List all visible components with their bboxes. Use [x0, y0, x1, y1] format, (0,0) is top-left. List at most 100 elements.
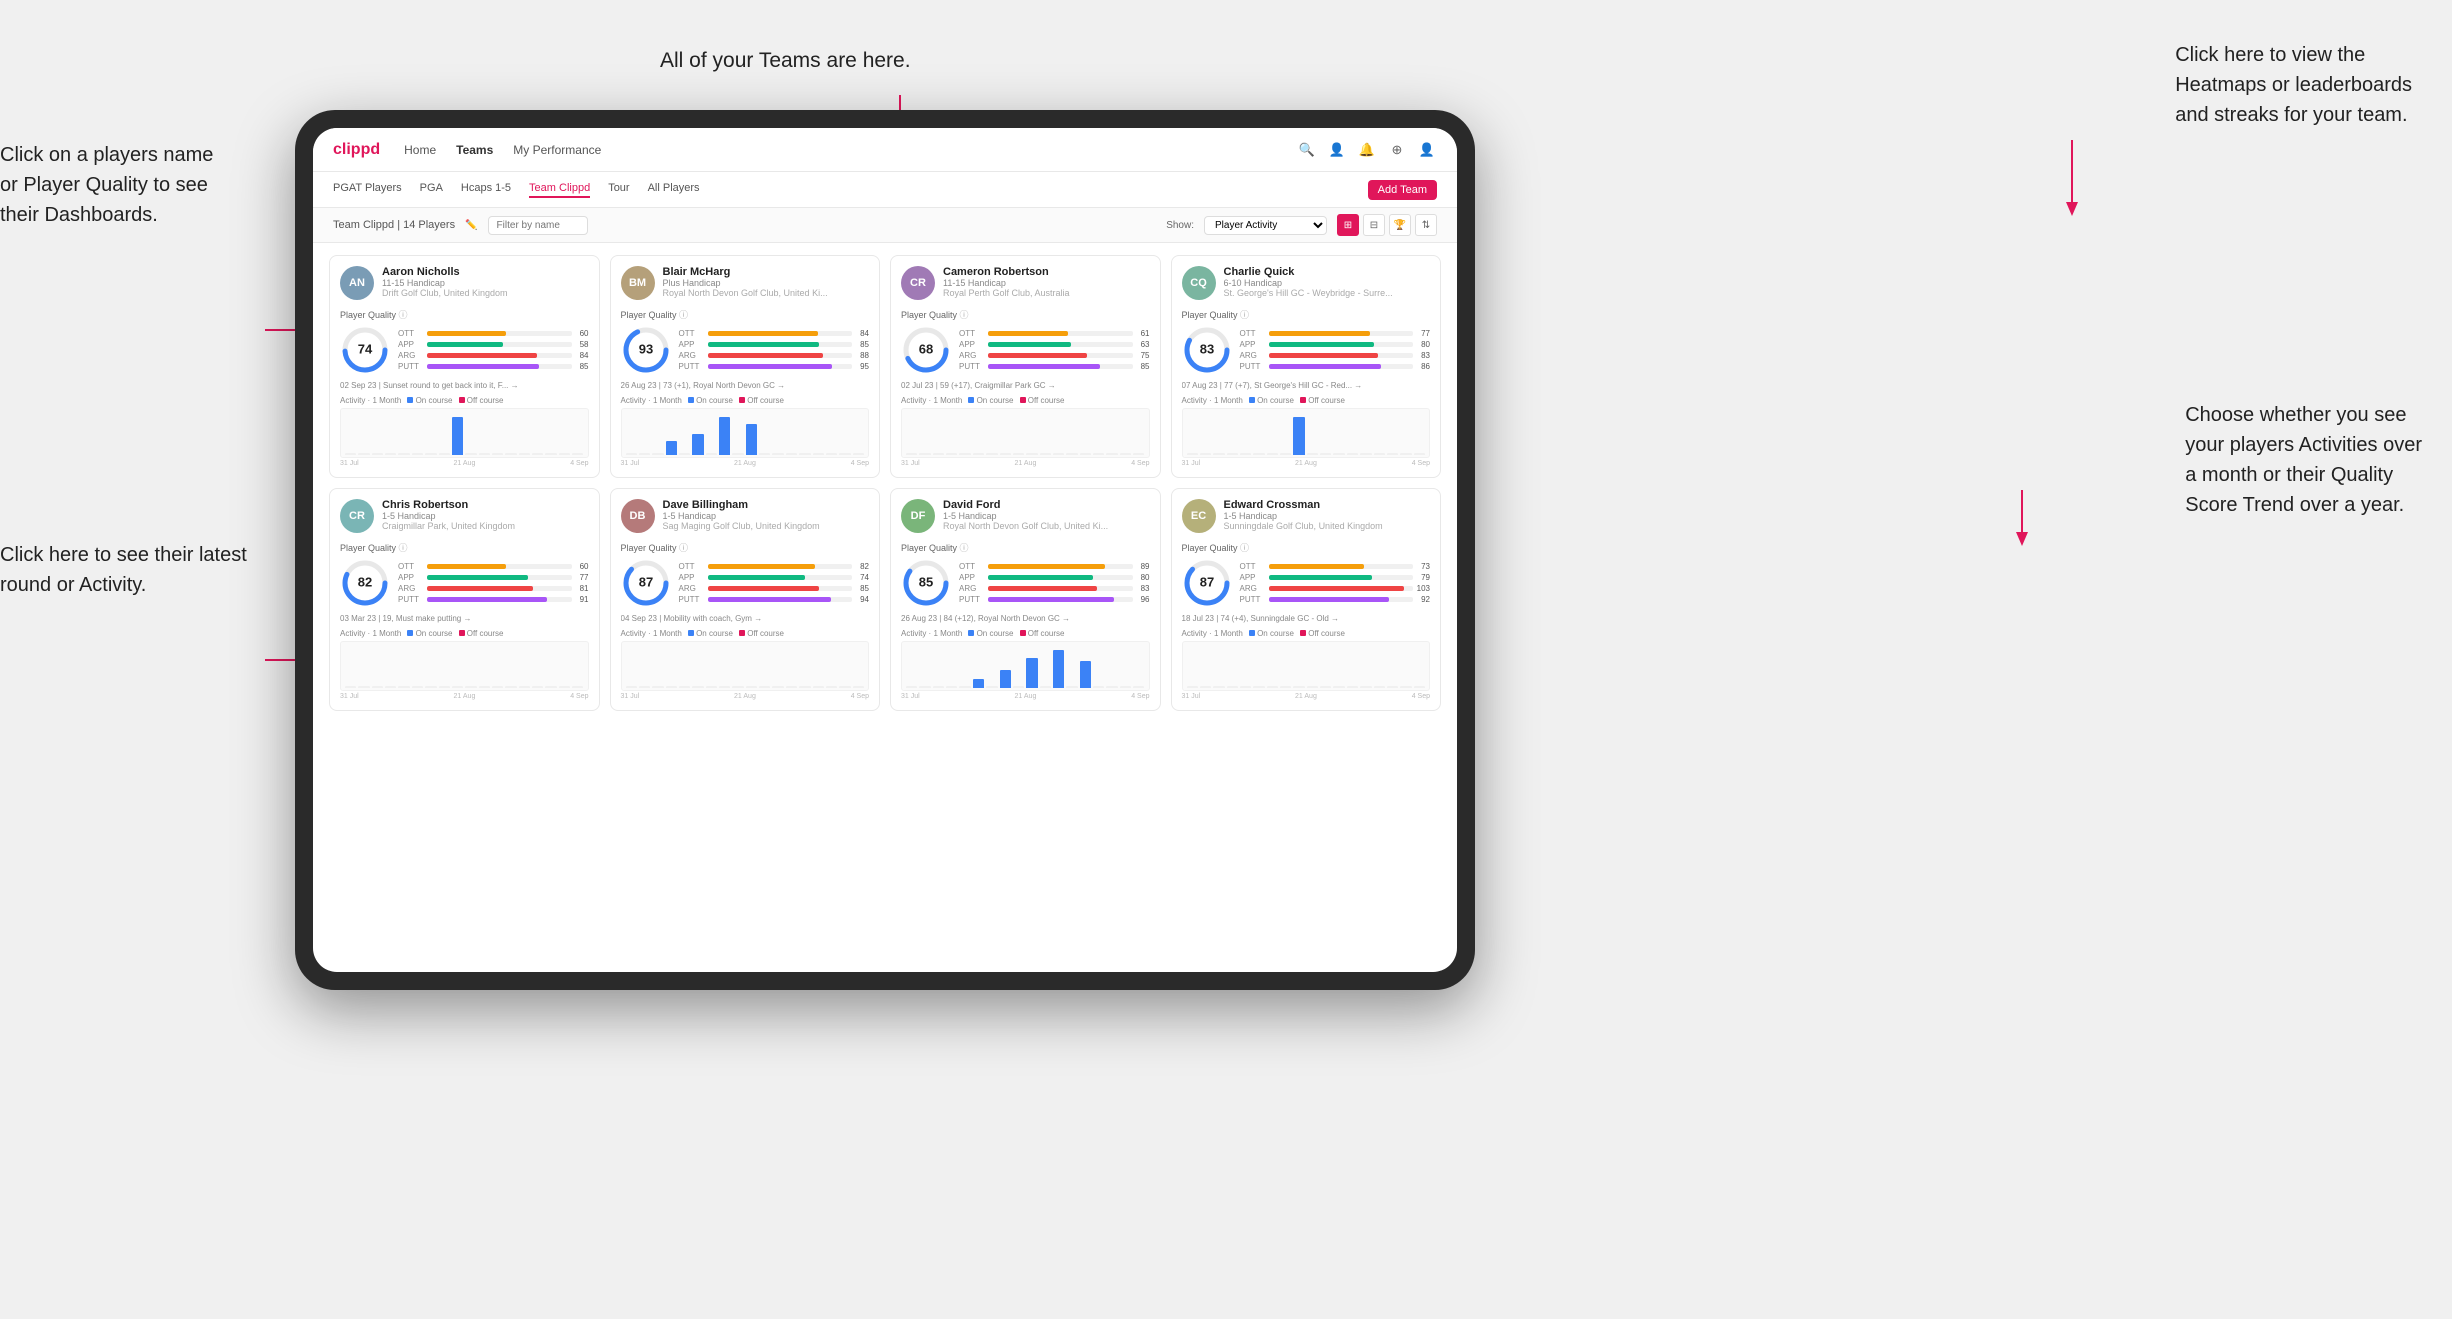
- player-name[interactable]: Cameron Robertson: [943, 266, 1150, 278]
- activity-section: Activity · 1 Month On course Off course …: [340, 629, 589, 700]
- profile-icon[interactable]: 👤: [1327, 140, 1347, 160]
- player-name[interactable]: David Ford: [943, 499, 1150, 511]
- arg-stat: ARG 88: [679, 351, 870, 360]
- svg-text:87: 87: [1199, 574, 1213, 589]
- card-header: BM Blair McHarg Plus Handicap Royal Nort…: [621, 266, 870, 300]
- teams-annotation: All of your Teams are here.: [660, 45, 911, 77]
- quality-section: 82 OTT 60 APP 77 ARG 81: [340, 558, 589, 608]
- chart-dates: 31 Jul21 Aug4 Sep: [1182, 693, 1431, 700]
- heatmaps-arrow: [2062, 140, 2122, 230]
- sort-icon[interactable]: ⇅: [1415, 214, 1437, 236]
- player-name[interactable]: Edward Crossman: [1224, 499, 1431, 511]
- quality-section: 93 OTT 84 APP 85 ARG 88: [621, 325, 870, 375]
- quality-label: Player Quality ⓘ: [340, 308, 589, 321]
- player-avatar: CR: [340, 499, 374, 533]
- player-name[interactable]: Charlie Quick: [1224, 266, 1431, 278]
- tab-hcaps[interactable]: Hcaps 1-5: [461, 182, 511, 198]
- player-card[interactable]: AN Aaron Nicholls 11-15 Handicap Drift G…: [329, 255, 600, 478]
- arg-stat: ARG 84: [398, 351, 589, 360]
- chart-dates: 31 Jul21 Aug4 Sep: [901, 460, 1150, 467]
- avatar-icon[interactable]: 👤: [1417, 140, 1437, 160]
- player-card[interactable]: EC Edward Crossman 1-5 Handicap Sunningd…: [1171, 488, 1442, 711]
- tab-pgat[interactable]: PGAT Players: [333, 182, 402, 198]
- list-view-icon[interactable]: ⊟: [1363, 214, 1385, 236]
- player-handicap: Plus Handicap: [663, 278, 870, 288]
- nav-teams[interactable]: Teams: [456, 143, 493, 157]
- player-name[interactable]: Blair McHarg: [663, 266, 870, 278]
- player-name[interactable]: Chris Robertson: [382, 499, 589, 511]
- tab-team-clippd[interactable]: Team Clippd: [529, 182, 590, 198]
- filter-input[interactable]: [488, 216, 588, 235]
- last-round[interactable]: 26 Aug 23 | 73 (+1), Royal North Devon G…: [621, 381, 870, 390]
- bell-icon[interactable]: 🔔: [1357, 140, 1377, 160]
- player-card[interactable]: BM Blair McHarg Plus Handicap Royal Nort…: [610, 255, 881, 478]
- add-team-button[interactable]: Add Team: [1368, 180, 1437, 200]
- player-name[interactable]: Dave Billingham: [663, 499, 870, 511]
- activity-section: Activity · 1 Month On course Off course …: [621, 629, 870, 700]
- chart-dates: 31 Jul21 Aug4 Sep: [621, 460, 870, 467]
- edit-icon[interactable]: ✏️: [465, 220, 477, 231]
- settings-icon[interactable]: ⊕: [1387, 140, 1407, 160]
- player-name-annotation: Click on a players name or Player Qualit…: [0, 140, 213, 230]
- activity-label: Activity · 1 Month On course Off course: [621, 629, 870, 638]
- nav-bar: clippd Home Teams My Performance 🔍 👤 🔔 ⊕…: [313, 128, 1457, 172]
- ott-stat: OTT 60: [398, 329, 589, 338]
- player-info: Cameron Robertson 11-15 Handicap Royal P…: [943, 266, 1150, 298]
- tab-all-players[interactable]: All Players: [648, 182, 700, 198]
- sub-nav: PGAT Players PGA Hcaps 1-5 Team Clippd T…: [313, 172, 1457, 208]
- activity-section: Activity · 1 Month On course Off course …: [1182, 629, 1431, 700]
- app-stat: APP 85: [679, 340, 870, 349]
- activity-section: Activity · 1 Month On course Off course …: [1182, 396, 1431, 467]
- last-round[interactable]: 02 Jul 23 | 59 (+17), Craigmillar Park G…: [901, 381, 1150, 390]
- activity-chart: [340, 408, 589, 458]
- last-round[interactable]: 03 Mar 23 | 19, Must make putting →: [340, 614, 589, 623]
- activity-chart: [340, 641, 589, 691]
- arg-stat: ARG 83: [959, 584, 1150, 593]
- player-card[interactable]: CR Chris Robertson 1-5 Handicap Craigmil…: [329, 488, 600, 711]
- tab-pga[interactable]: PGA: [420, 182, 443, 198]
- last-round[interactable]: 02 Sep 23 | Sunset round to get back int…: [340, 381, 589, 390]
- activity-section: Activity · 1 Month On course Off course …: [901, 396, 1150, 467]
- player-avatar: DB: [621, 499, 655, 533]
- player-handicap: 6-10 Handicap: [1224, 278, 1431, 288]
- card-header: DF David Ford 1-5 Handicap Royal North D…: [901, 499, 1150, 533]
- nav-home[interactable]: Home: [404, 143, 436, 157]
- activity-chart: [621, 408, 870, 458]
- quality-section: 85 OTT 89 APP 80 ARG 83: [901, 558, 1150, 608]
- grid-view-icon[interactable]: ⊞: [1337, 214, 1359, 236]
- player-card[interactable]: CQ Charlie Quick 6-10 Handicap St. Georg…: [1171, 255, 1442, 478]
- trophy-icon[interactable]: 🏆: [1389, 214, 1411, 236]
- arg-stat: ARG 75: [959, 351, 1150, 360]
- search-icon[interactable]: 🔍: [1297, 140, 1317, 160]
- show-select[interactable]: Player Activity Quality Score Trend: [1204, 216, 1327, 235]
- chart-dates: 31 Jul21 Aug4 Sep: [340, 460, 589, 467]
- quality-label: Player Quality ⓘ: [340, 541, 589, 554]
- ott-stat: OTT 84: [679, 329, 870, 338]
- last-round[interactable]: 18 Jul 23 | 74 (+4), Sunningdale GC - Ol…: [1182, 614, 1431, 623]
- player-handicap: 1-5 Handicap: [382, 511, 589, 521]
- player-card[interactable]: DF David Ford 1-5 Handicap Royal North D…: [890, 488, 1161, 711]
- sub-nav-items: PGAT Players PGA Hcaps 1-5 Team Clippd T…: [333, 182, 1368, 198]
- quality-label: Player Quality ⓘ: [901, 541, 1150, 554]
- player-card[interactable]: DB Dave Billingham 1-5 Handicap Sag Magi…: [610, 488, 881, 711]
- activity-section: Activity · 1 Month On course Off course …: [340, 396, 589, 467]
- chart-dates: 31 Jul21 Aug4 Sep: [901, 693, 1150, 700]
- player-club: Royal Perth Golf Club, Australia: [943, 288, 1150, 298]
- last-round[interactable]: 04 Sep 23 | Mobility with coach, Gym →: [621, 614, 870, 623]
- activity-chart: [901, 408, 1150, 458]
- putt-stat: PUTT 85: [398, 362, 589, 371]
- svg-text:87: 87: [638, 574, 652, 589]
- last-round[interactable]: 26 Aug 23 | 84 (+12), Royal North Devon …: [901, 614, 1150, 623]
- putt-stat: PUTT 95: [679, 362, 870, 371]
- last-round[interactable]: 07 Aug 23 | 77 (+7), St George's Hill GC…: [1182, 381, 1431, 390]
- quality-section: 87 OTT 73 APP 79 ARG 103: [1182, 558, 1431, 608]
- player-card[interactable]: CR Cameron Robertson 11-15 Handicap Roya…: [890, 255, 1161, 478]
- ipad-frame: clippd Home Teams My Performance 🔍 👤 🔔 ⊕…: [295, 110, 1475, 990]
- nav-performance[interactable]: My Performance: [513, 143, 601, 157]
- quality-section: 68 OTT 61 APP 63 ARG 75: [901, 325, 1150, 375]
- chart-dates: 31 Jul21 Aug4 Sep: [621, 693, 870, 700]
- player-name[interactable]: Aaron Nicholls: [382, 266, 589, 278]
- tab-tour[interactable]: Tour: [608, 182, 629, 198]
- player-avatar: DF: [901, 499, 935, 533]
- player-club: Royal North Devon Golf Club, United Ki..…: [663, 288, 870, 298]
